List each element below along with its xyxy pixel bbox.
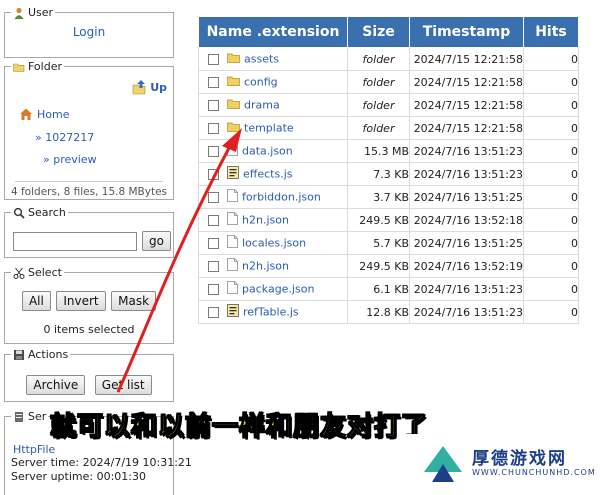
watermark-title: 厚德游戏网 [472, 449, 567, 469]
watermark-url: WWW.CHUNCHUNHD.COM [472, 468, 596, 477]
watermark-logo-icon [424, 446, 462, 482]
watermark: 厚德游戏网 WWW.CHUNCHUNHD.COM [402, 434, 600, 494]
subtitle-caption: 就可以和以前一样和朋友对打了 [49, 412, 429, 443]
